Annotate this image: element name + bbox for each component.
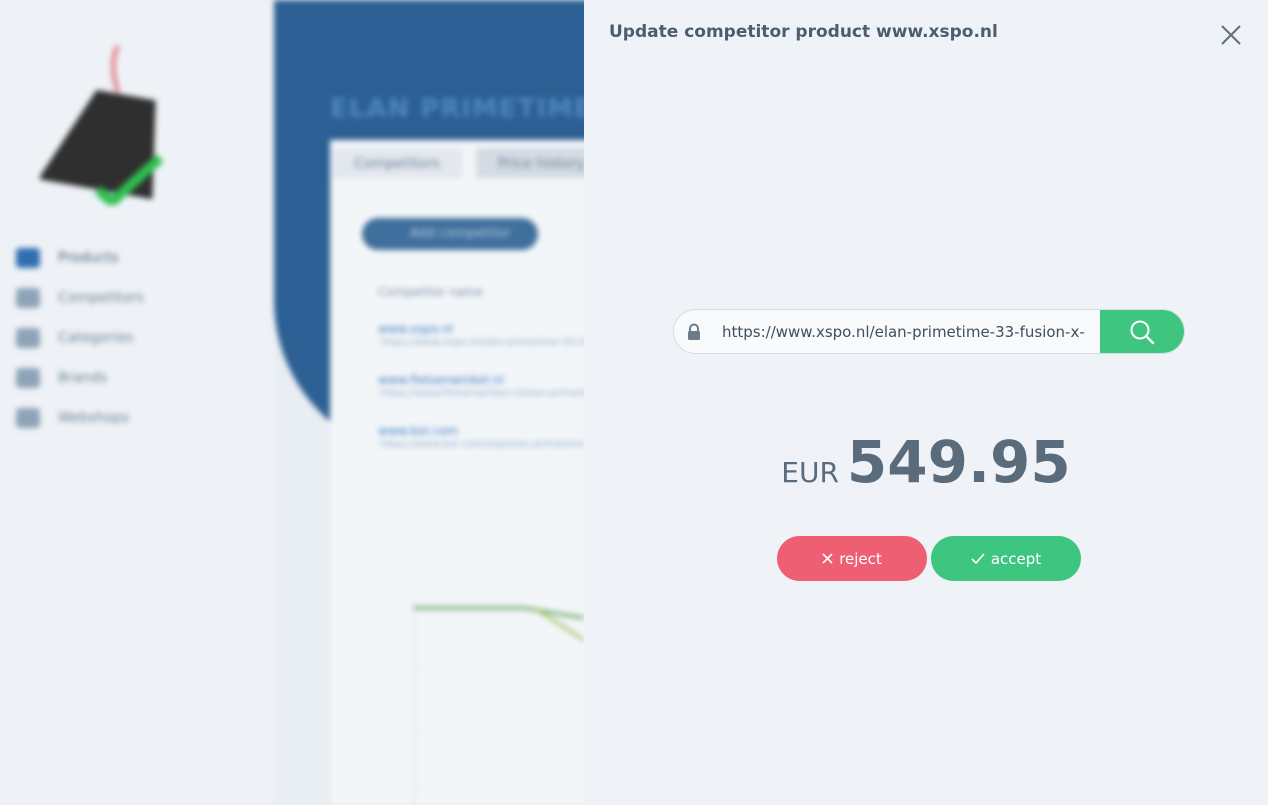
- table-row[interactable]: www.bol.com: [378, 424, 458, 438]
- url-input[interactable]: [722, 310, 1100, 353]
- accept-label: accept: [990, 549, 1042, 568]
- sidebar-item-label: Webshops: [58, 410, 130, 426]
- panel-title: Update competitor product www.xspo.nl: [609, 22, 998, 42]
- webshops-icon: [16, 408, 40, 428]
- sidebar-item-competitors[interactable]: Competitors: [16, 278, 144, 318]
- price-display: EUR 549.95: [584, 428, 1268, 496]
- close-icon: [822, 553, 833, 564]
- table-row[interactable]: www.fietsenwinkel.nl: [378, 373, 504, 387]
- competitors-icon: [16, 288, 40, 308]
- sidebar-item-products[interactable]: Products: [16, 238, 144, 278]
- products-icon: [16, 248, 40, 268]
- sidebar-item-label: Categories: [58, 330, 134, 346]
- sidebar-nav: Products Competitors Categories Brands W…: [16, 238, 144, 438]
- checkmark-icon: [971, 553, 985, 564]
- table-header: Competitor name: [378, 285, 484, 299]
- tab-competitors[interactable]: Competitors: [332, 148, 462, 178]
- table-row[interactable]: www.xspo.nl: [378, 322, 453, 336]
- url-search-bar: [673, 309, 1185, 354]
- search-button[interactable]: [1100, 310, 1184, 353]
- reject-label: reject: [839, 549, 882, 568]
- reject-button[interactable]: reject: [777, 536, 927, 581]
- add-competitor-button[interactable]: Add competitor: [362, 218, 538, 250]
- sidebar-item-label: Brands: [58, 370, 107, 386]
- categories-icon: [16, 328, 40, 348]
- close-button[interactable]: [1218, 22, 1244, 48]
- close-icon: [1221, 25, 1241, 45]
- update-competitor-panel: Update competitor product www.xspo.nl EU…: [584, 0, 1268, 805]
- price-tag-logo: [40, 45, 164, 205]
- price-amount: 549.95: [846, 428, 1071, 496]
- sidebar-item-brands[interactable]: Brands: [16, 358, 144, 398]
- price-currency: EUR: [781, 456, 839, 489]
- sidebar-item-label: Products: [58, 250, 119, 266]
- accept-button[interactable]: accept: [931, 536, 1081, 581]
- lock-icon: [688, 323, 700, 340]
- brands-icon: [16, 368, 40, 388]
- sidebar: Products Competitors Categories Brands W…: [0, 0, 274, 805]
- sidebar-item-webshops[interactable]: Webshops: [16, 398, 144, 438]
- search-icon: [1130, 320, 1155, 344]
- price-history-chart: [413, 600, 584, 805]
- sidebar-item-categories[interactable]: Categories: [16, 318, 144, 358]
- sidebar-item-label: Competitors: [58, 290, 144, 306]
